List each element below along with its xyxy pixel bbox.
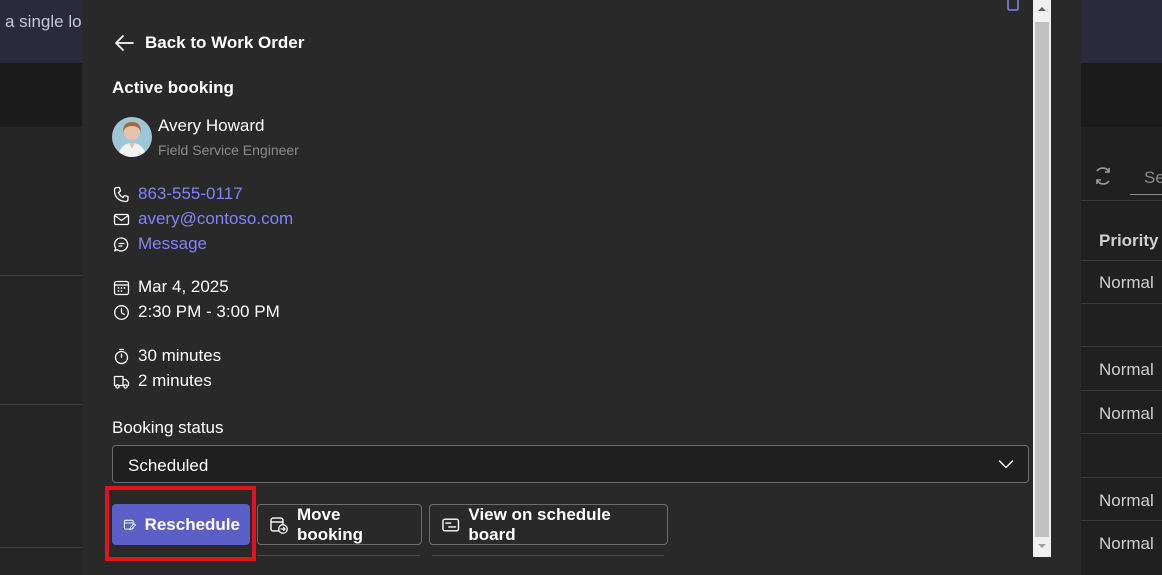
row-divider bbox=[0, 404, 82, 405]
priority-cell: Normal bbox=[1099, 404, 1154, 423]
booking-status-value: Scheduled bbox=[128, 456, 209, 475]
time-row: 2:30 PM - 3:00 PM bbox=[113, 301, 280, 323]
back-label: Back to Work Order bbox=[145, 33, 305, 52]
button-divider bbox=[432, 555, 664, 556]
booking-time: 2:30 PM - 3:00 PM bbox=[138, 302, 280, 321]
chat-icon bbox=[113, 236, 129, 252]
header-text: a single lo bbox=[5, 12, 82, 31]
copy-icon[interactable] bbox=[1007, 0, 1021, 12]
row-divider bbox=[1081, 346, 1162, 347]
button-divider bbox=[257, 555, 420, 556]
email-row: avery@contoso.com bbox=[113, 208, 293, 230]
timer-icon bbox=[114, 348, 129, 364]
priority-cell: Normal bbox=[1099, 491, 1154, 510]
scrollbar-thumb[interactable] bbox=[1035, 22, 1049, 537]
message-row: Message bbox=[113, 233, 207, 255]
scrollbar[interactable] bbox=[1033, 0, 1051, 557]
travel-row: 2 minutes bbox=[113, 370, 212, 392]
clock-icon bbox=[114, 304, 129, 320]
edit-calendar-icon bbox=[123, 519, 136, 530]
view-schedule-board-button[interactable]: View on schedule board bbox=[429, 504, 668, 545]
priority-cell: Normal bbox=[1099, 534, 1154, 553]
booking-date: Mar 4, 2025 bbox=[138, 277, 229, 296]
row-divider bbox=[1081, 390, 1162, 391]
search-input[interactable]: Se bbox=[1130, 160, 1162, 195]
view-schedule-board-label: View on schedule board bbox=[468, 504, 611, 544]
avatar bbox=[112, 117, 152, 157]
priority-cell: Normal bbox=[1099, 360, 1154, 379]
reschedule-button[interactable]: Reschedule bbox=[112, 504, 250, 545]
section-title: Active booking bbox=[112, 78, 234, 97]
column-header-priority[interactable]: Priority bbox=[1099, 231, 1159, 251]
mail-icon bbox=[113, 213, 130, 225]
duration-value: 30 minutes bbox=[138, 346, 222, 365]
move-calendar-icon bbox=[270, 516, 288, 534]
chevron-down-icon bbox=[998, 460, 1014, 469]
email-link[interactable]: avery@contoso.com bbox=[138, 209, 293, 229]
scroll-down-icon[interactable] bbox=[1033, 537, 1051, 555]
message-link[interactable]: Message bbox=[138, 234, 207, 254]
arrow-left-icon bbox=[115, 35, 134, 51]
board-icon bbox=[442, 517, 460, 532]
row-divider bbox=[0, 547, 82, 548]
back-to-work-order-link[interactable]: Back to Work Order bbox=[113, 30, 304, 56]
duration-row: 30 minutes bbox=[113, 345, 221, 367]
row-divider bbox=[1081, 303, 1162, 304]
scroll-up-icon[interactable] bbox=[1033, 0, 1051, 18]
reschedule-label: Reschedule bbox=[144, 514, 240, 534]
move-booking-label: Move booking bbox=[296, 504, 364, 544]
row-divider bbox=[1081, 520, 1162, 521]
vehicle-icon bbox=[113, 375, 130, 389]
search-placeholder: Se bbox=[1144, 168, 1162, 187]
person-role: Field Service Engineer bbox=[158, 142, 299, 158]
booking-status-label: Booking status bbox=[112, 418, 224, 437]
refresh-icon[interactable] bbox=[1092, 165, 1114, 187]
date-row: Mar 4, 2025 bbox=[113, 276, 229, 298]
phone-link[interactable]: 863-555-0117 bbox=[138, 184, 243, 204]
person-name: Avery Howard bbox=[158, 116, 265, 135]
header-divider bbox=[1081, 200, 1162, 201]
travel-value: 2 minutes bbox=[138, 371, 212, 390]
row-divider bbox=[1081, 433, 1162, 434]
background-list bbox=[0, 127, 82, 575]
row-divider bbox=[1081, 477, 1162, 478]
phone-icon bbox=[113, 186, 129, 202]
booking-status-dropdown[interactable]: Scheduled bbox=[112, 445, 1029, 483]
priority-cell: Normal bbox=[1099, 273, 1154, 292]
row-divider bbox=[0, 275, 82, 276]
phone-row: 863-555-0117 bbox=[113, 183, 243, 205]
move-booking-button[interactable]: Move booking bbox=[257, 504, 422, 545]
calendar-icon bbox=[113, 280, 130, 295]
row-divider bbox=[1081, 260, 1162, 261]
